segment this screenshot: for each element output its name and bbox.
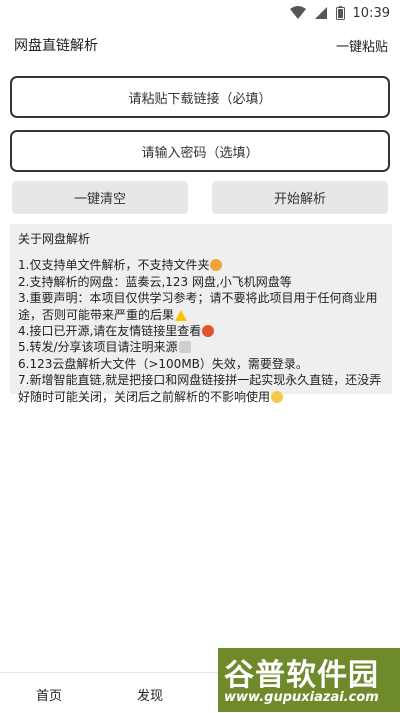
watermark-url: www.gupuxiazai.com — [224, 690, 379, 705]
cat-icon — [210, 259, 223, 272]
download-link-input[interactable]: 请粘贴下载链接（必填） — [10, 76, 390, 118]
watermark-brand: 谷普软件园 — [224, 658, 379, 693]
password-placeholder: 请输入密码（选填） — [141, 145, 259, 161]
about-line-5: 5.转发/分享该项目请注明来源 — [18, 339, 384, 355]
about-title: 关于网盘解析 — [18, 232, 91, 246]
battery-icon — [335, 6, 345, 20]
paste-button[interactable]: 一键粘贴 — [336, 36, 388, 55]
about-line-2: 2.支持解析的网盘：蓝奏云,123 网盘,小飞机网盘等 — [18, 274, 292, 289]
nav-discover[interactable]: 发现 — [137, 685, 163, 704]
password-input[interactable]: 请输入密码（选填） — [10, 130, 390, 172]
about-line-1: 1.仅支持单文件解析，不支持文件夹 — [18, 257, 384, 273]
clear-button[interactable]: 一键清空 — [12, 181, 188, 214]
about-line-4: 4.接口已开源,请在友情链接里查看 — [18, 323, 384, 339]
app-bar: 网盘直链解析 一键粘贴 — [0, 26, 400, 64]
signal-icon — [314, 7, 327, 19]
about-line-6: 6.123云盘解析大文件（>100MB）失效，需要登录。 — [18, 356, 308, 371]
crab-icon — [202, 325, 215, 338]
status-time: 10:39 — [352, 5, 390, 21]
status-bar: 10:39 — [0, 0, 400, 26]
smile-icon — [271, 390, 284, 403]
watermark: 谷普软件园 www.gupuxiazai.com — [218, 648, 400, 712]
wifi-icon — [289, 6, 306, 19]
download-link-placeholder: 请粘贴下载链接（必填） — [128, 91, 272, 107]
about-line-3: 3.重要声明：本项目仅供学习参考；请不要将此项目用于任何商业用途，否则可能带来严… — [18, 291, 378, 322]
about-card: 关于网盘解析 1.仅支持单文件解析，不支持文件夹 2.支持解析的网盘：蓝奏云,1… — [10, 224, 392, 404]
warning-icon — [175, 309, 188, 321]
start-parse-button[interactable]: 开始解析 — [212, 181, 388, 214]
page-title: 网盘直链解析 — [14, 38, 98, 54]
document-icon — [178, 341, 191, 354]
nav-home[interactable]: 首页 — [36, 685, 62, 704]
about-line-7: 7.新增智能直链,就是把接口和网盘链接拼一起实现永久直链，还没弄好随时可能关闭，… — [18, 373, 382, 404]
